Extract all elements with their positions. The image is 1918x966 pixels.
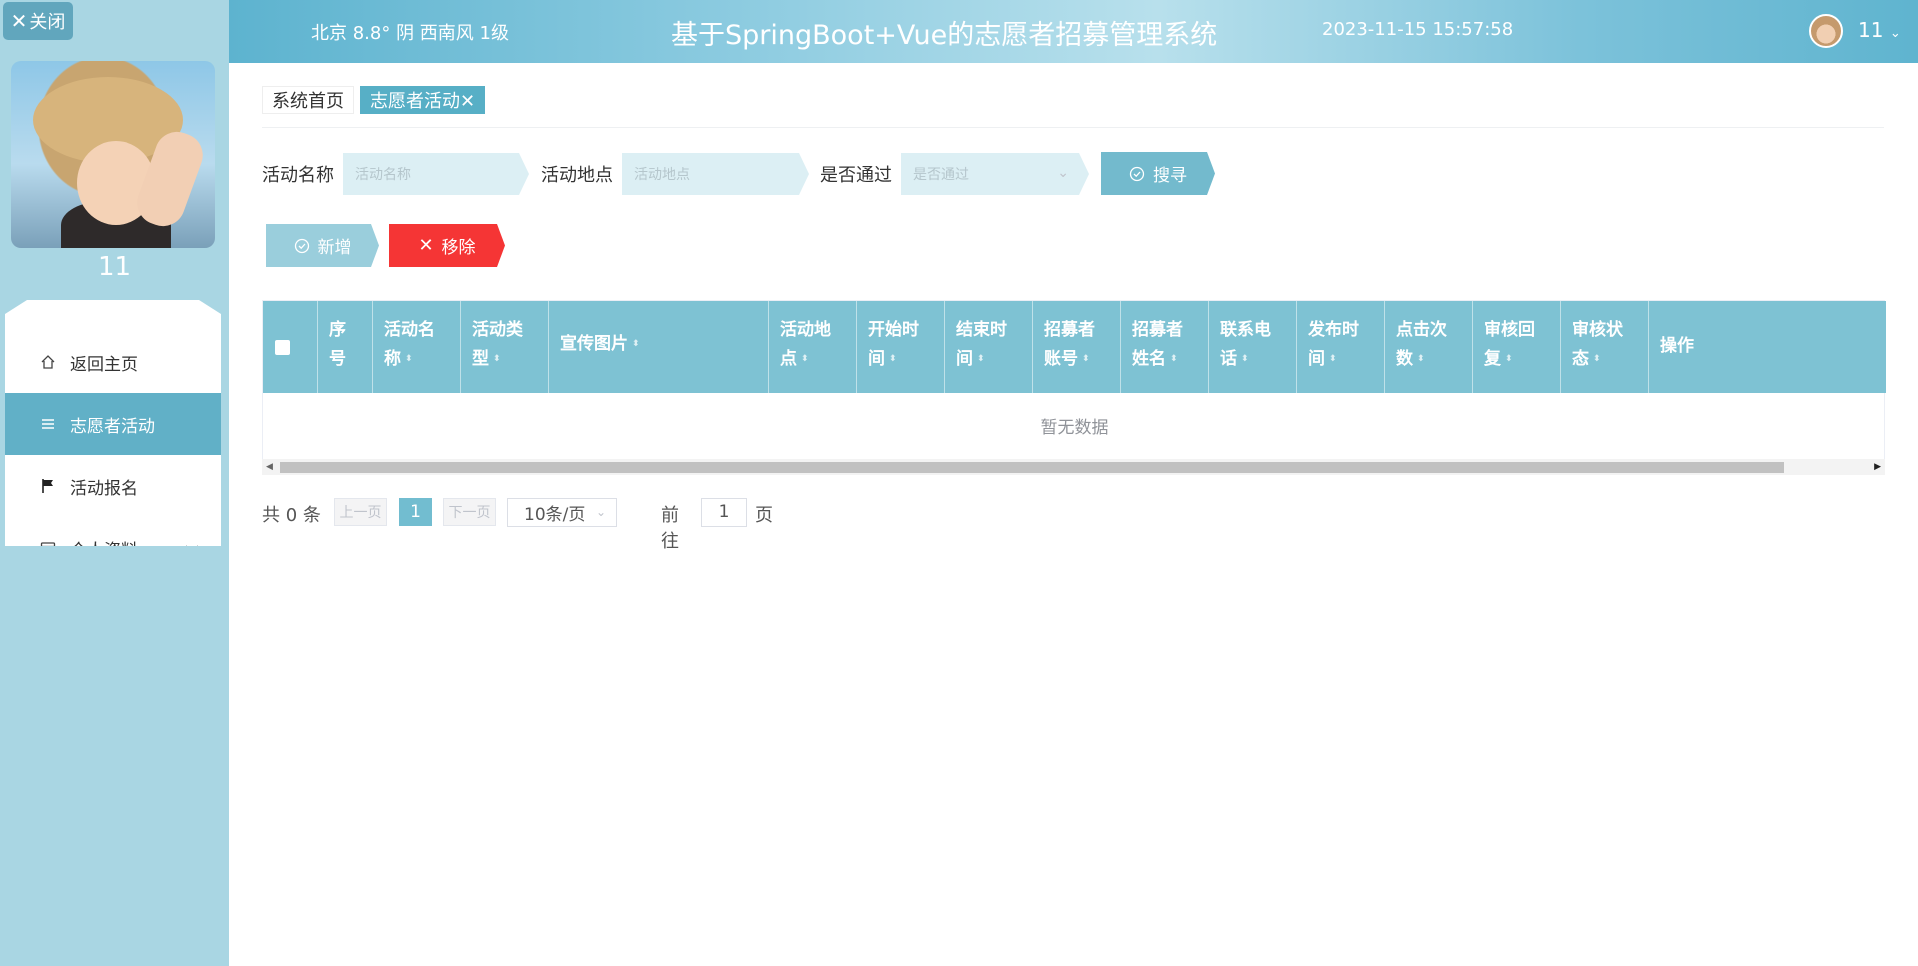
sidebar-item-profile[interactable]: 个人资料 <box>5 517 221 561</box>
sidebar-item-label: 活动报名 <box>70 478 138 499</box>
col-header-actions: 操作 <box>1660 336 1694 356</box>
close-icon: ✕ <box>418 235 434 256</box>
select-all-checkbox[interactable] <box>275 340 290 355</box>
user-avatar[interactable] <box>1809 14 1843 48</box>
check-circle-icon <box>294 238 310 254</box>
tab-volunteer-activity[interactable]: 志愿者活动✕ <box>360 86 486 114</box>
sidebar-item-activity-signup[interactable]: 活动报名 <box>5 455 221 517</box>
scrollbar-thumb[interactable] <box>280 462 1784 473</box>
card-icon <box>40 540 56 546</box>
close-label: 关闭 <box>29 12 66 33</box>
col-header-promo-image[interactable]: 宣传图片 ⬍ <box>549 301 769 393</box>
sidebar-item-volunteer-activity[interactable]: 志愿者活动 <box>5 393 221 455</box>
pass-status-placeholder: 是否通过 <box>913 167 969 183</box>
sidebar: ✕ 关闭 11 返回主页 志愿者活动 活动报名 个人资料 <box>0 0 229 966</box>
close-icon: ✕ <box>10 9 28 33</box>
activity-table: 序号 活动名称 ⬍ 活动类型 ⬍ 宣传图片 ⬍ 活动地点 ⬍ 开始时间 ⬍ 结束时间 ⬍ 招… <box>262 300 1886 475</box>
scroll-left-icon[interactable]: ◀ <box>266 462 273 472</box>
sort-icon[interactable]: ⬍ <box>977 354 985 364</box>
prev-page-button[interactable]: 上一页 <box>334 498 387 526</box>
remove-button-label: 移除 <box>441 238 476 258</box>
close-sidebar-button[interactable]: ✕ 关闭 <box>3 2 73 40</box>
add-button-label: 新增 <box>317 238 352 258</box>
goto-label: 前往 <box>661 505 679 552</box>
search-button-label: 搜寻 <box>1153 166 1187 186</box>
activity-place-input[interactable]: 活动地点 <box>622 153 809 195</box>
system-title: 基于SpringBoot+Vue的志愿者招募管理系统 <box>671 20 1218 51</box>
col-header-start-time[interactable]: 开始时间 ⬍ <box>857 301 945 393</box>
total-count: 共 0 条 <box>262 505 321 526</box>
header-username: 11 <box>1858 18 1884 42</box>
goto-page-input[interactable]: 1 <box>701 498 747 527</box>
col-header-click-count[interactable]: 点击次数 ⬍ <box>1385 301 1473 393</box>
activity-name-label: 活动名称 <box>262 165 334 186</box>
sort-icon[interactable]: ⬍ <box>1329 354 1337 364</box>
sidebar-item-label: 返回主页 <box>70 354 138 375</box>
page-size-value: 10条/页 <box>524 505 586 525</box>
col-header-end-time[interactable]: 结束时间 ⬍ <box>945 301 1033 393</box>
profile-photo <box>11 61 215 248</box>
list-icon <box>40 416 56 432</box>
sort-icon[interactable]: ⬍ <box>1593 354 1601 364</box>
select-all-cell <box>263 301 318 393</box>
col-header-recruiter-account[interactable]: 招募者 账号 ⬍ <box>1033 301 1121 393</box>
col-header-index[interactable]: 序号 <box>318 301 373 393</box>
sort-icon[interactable]: ⬍ <box>801 354 809 364</box>
goto-suffix: 页 <box>755 505 773 526</box>
activity-name-input[interactable]: 活动名称 <box>343 153 529 195</box>
sort-icon[interactable]: ⬍ <box>493 354 501 364</box>
sort-icon[interactable]: ⬍ <box>1241 354 1249 364</box>
sort-icon[interactable]: ⬍ <box>1170 354 1178 364</box>
sidebar-menu: 返回主页 志愿者活动 活动报名 个人资料 <box>5 300 221 546</box>
current-datetime: 2023-11-15 15:57:58 <box>1322 19 1514 40</box>
user-menu[interactable]: 11 ⌄ <box>1858 18 1901 42</box>
search-button[interactable]: 搜寻 <box>1101 152 1215 195</box>
chevron-down-icon: ⌄ <box>1057 165 1069 181</box>
pass-status-label: 是否通过 <box>820 165 892 186</box>
sidebar-username: 11 <box>97 252 132 282</box>
pass-status-select[interactable]: 是否通过 ⌄ <box>901 153 1089 195</box>
chevron-down-icon: ⌄ <box>1889 26 1901 41</box>
divider <box>262 127 1884 128</box>
sidebar-item-label: 志愿者活动 <box>70 416 155 437</box>
col-header-recruiter-name[interactable]: 招募者 姓名 ⬍ <box>1121 301 1209 393</box>
sort-icon[interactable]: ⬍ <box>889 354 897 364</box>
col-header-review-reply[interactable]: 审核回复 ⬍ <box>1473 301 1561 393</box>
col-header-activity-place[interactable]: 活动地点 ⬍ <box>769 301 857 393</box>
top-header: 北京 8.8° 阴 西南风 1级 基于SpringBoot+Vue的志愿者招募管… <box>229 0 1918 63</box>
sort-icon[interactable]: ⬍ <box>1505 354 1513 364</box>
sort-icon[interactable]: ⬍ <box>632 339 640 349</box>
scroll-right-icon[interactable]: ▶ <box>1874 462 1881 472</box>
flag-icon <box>40 478 56 494</box>
home-icon <box>40 354 56 370</box>
col-header-publish-time[interactable]: 发布时间 ⬍ <box>1297 301 1385 393</box>
check-circle-icon <box>1129 166 1145 182</box>
page-tabs: 系统首页 志愿者活动✕ <box>262 86 486 118</box>
tab-home[interactable]: 系统首页 <box>262 86 354 114</box>
page-size-select[interactable]: 10条/页 ⌄ <box>507 498 617 527</box>
col-header-phone[interactable]: 联系电话 ⬍ <box>1209 301 1297 393</box>
next-page-button[interactable]: 下一页 <box>443 498 496 526</box>
page-number-current[interactable]: 1 <box>399 498 432 526</box>
sort-icon[interactable]: ⬍ <box>1417 354 1425 364</box>
activity-place-label: 活动地点 <box>541 165 613 186</box>
weather-info: 北京 8.8° 阴 西南风 1级 <box>311 23 509 44</box>
sidebar-item-label: 个人资料 <box>70 540 138 561</box>
sidebar-item-home[interactable]: 返回主页 <box>5 331 221 393</box>
sort-icon[interactable]: ⬍ <box>1082 354 1090 364</box>
remove-button[interactable]: ✕ 移除 <box>389 224 505 267</box>
chevron-down-icon: ⌄ <box>595 505 606 519</box>
table-horizontal-scrollbar[interactable]: ◀ ▶ <box>262 459 1885 475</box>
empty-table-text: 暂无数据 <box>1040 418 1109 438</box>
chevron-down-icon <box>185 539 199 546</box>
col-header-review-status[interactable]: 审核状态 ⬍ <box>1561 301 1649 393</box>
col-header-activity-type[interactable]: 活动类型 ⬍ <box>461 301 549 393</box>
app-root: ✕ 关闭 11 返回主页 志愿者活动 活动报名 个人资料 北京 8.8° 阴 西… <box>0 0 1918 966</box>
sort-icon[interactable]: ⬍ <box>405 354 413 364</box>
table-header: 序号 活动名称 ⬍ 活动类型 ⬍ 宣传图片 ⬍ 活动地点 ⬍ 开始时间 ⬍ 结束时间 ⬍ 招… <box>263 301 1886 393</box>
col-header-activity-name[interactable]: 活动名称 ⬍ <box>373 301 461 393</box>
add-button[interactable]: 新增 <box>266 224 379 267</box>
